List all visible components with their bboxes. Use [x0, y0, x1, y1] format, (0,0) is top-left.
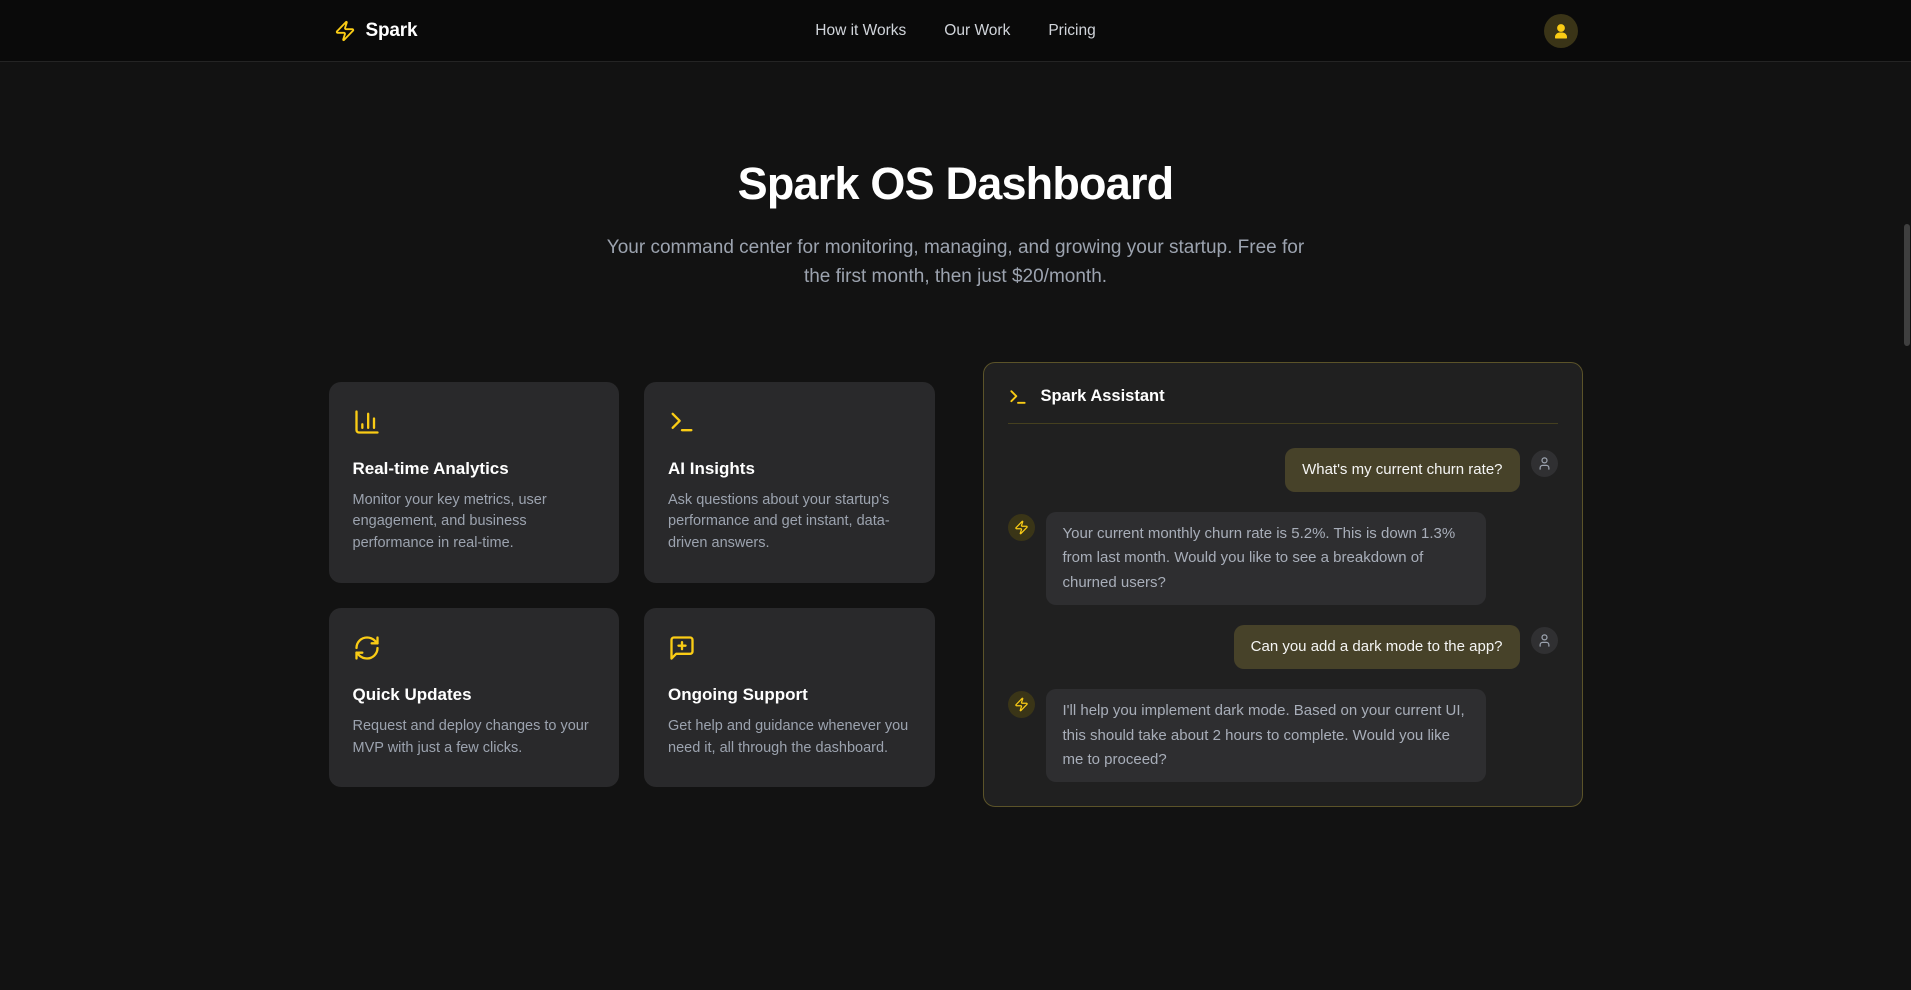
feature-description: Get help and guidance whenever you need … [668, 716, 911, 760]
hero-subtitle: Your command center for monitoring, mana… [606, 234, 1306, 292]
feature-title: Ongoing Support [668, 685, 911, 705]
feature-description: Ask questions about your startup's perfo… [668, 490, 911, 555]
nav-link-pricing[interactable]: Pricing [1048, 22, 1095, 40]
user-message-bubble: Can you add a dark mode to the app? [1234, 625, 1520, 669]
message-square-plus-icon [668, 634, 696, 662]
nav-link-our-work[interactable]: Our Work [944, 22, 1010, 40]
feature-card-ai-insights: AI Insights Ask questions about your sta… [644, 382, 935, 583]
page: Spark How it Works Our Work Pricing Spar… [0, 0, 1911, 990]
scrollbar-thumb[interactable] [1904, 224, 1910, 346]
user-icon [1537, 456, 1552, 471]
terminal-icon [1008, 387, 1028, 407]
brand[interactable]: Spark [334, 20, 418, 42]
feature-description: Monitor your key metrics, user engagemen… [353, 490, 596, 555]
chat-message-user: Can you add a dark mode to the app? [1008, 625, 1558, 669]
feature-card-ongoing-support: Ongoing Support Get help and guidance wh… [644, 608, 935, 788]
feature-title: AI Insights [668, 459, 911, 479]
content-row: Real-time Analytics Monitor your key met… [0, 362, 1911, 807]
zap-icon [1014, 520, 1029, 535]
scrollbar-track[interactable] [1903, 0, 1911, 990]
chat-message-user: What's my current churn rate? [1008, 448, 1558, 492]
assistant-avatar [1008, 514, 1035, 541]
zap-icon [1014, 697, 1029, 712]
feature-card-realtime-analytics: Real-time Analytics Monitor your key met… [329, 382, 620, 583]
assistant-message-bubble: I'll help you implement dark mode. Based… [1046, 689, 1486, 782]
user-avatar [1531, 450, 1558, 477]
chat-message-assistant: I'll help you implement dark mode. Based… [1008, 689, 1558, 782]
feature-title: Real-time Analytics [353, 459, 596, 479]
user-filled-icon [1552, 22, 1570, 40]
assistant-avatar [1008, 691, 1035, 718]
assistant-panel-header: Spark Assistant [1008, 387, 1558, 407]
assistant-panel-title: Spark Assistant [1041, 387, 1165, 406]
user-message-bubble: What's my current churn rate? [1285, 448, 1519, 492]
nav-link-how-it-works[interactable]: How it Works [815, 22, 906, 40]
navbar: Spark How it Works Our Work Pricing [0, 0, 1911, 62]
chat-messages: What's my current churn rate? Your curre… [1008, 448, 1558, 782]
refresh-icon [353, 634, 381, 662]
feature-description: Request and deploy changes to your MVP w… [353, 716, 596, 760]
hero-section: Spark OS Dashboard Your command center f… [0, 62, 1911, 292]
brand-name: Spark [366, 20, 418, 42]
assistant-message-bubble: Your current monthly churn rate is 5.2%.… [1046, 512, 1486, 605]
user-avatar [1531, 627, 1558, 654]
chat-message-assistant: Your current monthly churn rate is 5.2%.… [1008, 512, 1558, 605]
user-icon [1537, 633, 1552, 648]
page-title: Spark OS Dashboard [0, 158, 1911, 210]
divider [1008, 423, 1558, 424]
features-grid: Real-time Analytics Monitor your key met… [329, 382, 935, 788]
feature-title: Quick Updates [353, 685, 596, 705]
terminal-icon [668, 408, 696, 436]
zap-logo-icon [334, 20, 356, 42]
spark-assistant-panel: Spark Assistant What's my current churn … [983, 362, 1583, 807]
bar-chart-icon [353, 408, 381, 436]
user-avatar-button[interactable] [1544, 14, 1578, 48]
main-nav: How it Works Our Work Pricing [815, 22, 1095, 40]
feature-card-quick-updates: Quick Updates Request and deploy changes… [329, 608, 620, 788]
navbar-inner: Spark How it Works Our Work Pricing [316, 0, 1596, 61]
